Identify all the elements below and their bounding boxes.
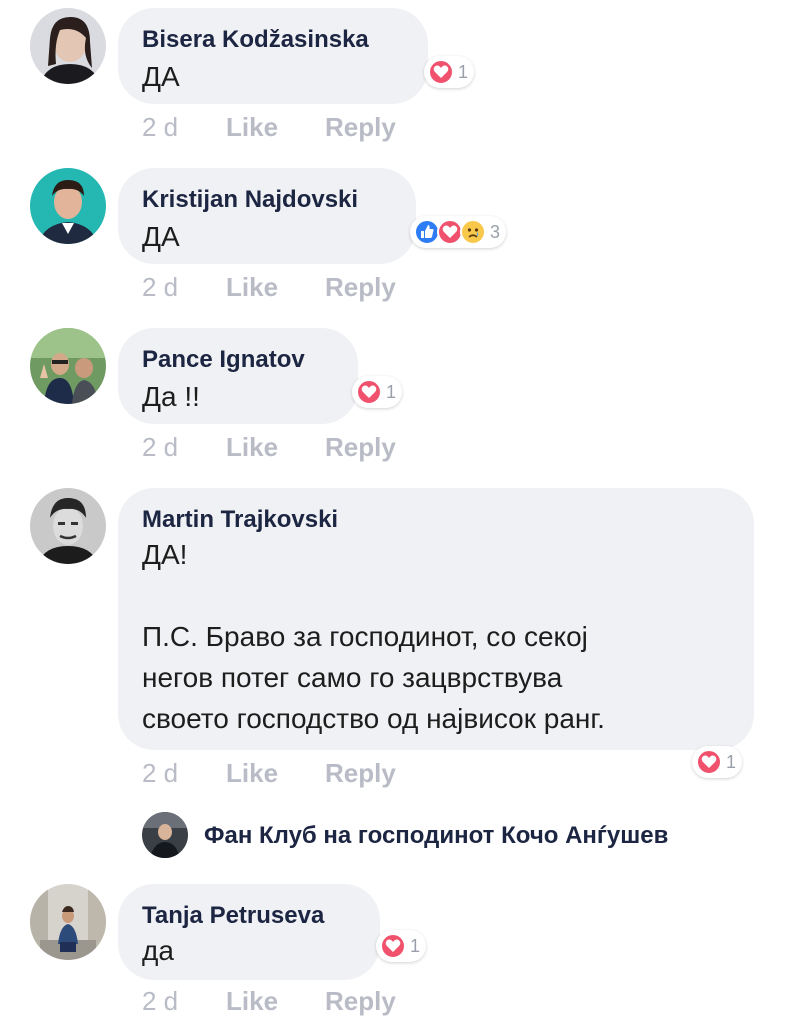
like-button[interactable]: Like xyxy=(226,986,278,1017)
heart-icon xyxy=(380,933,406,959)
comment: Tanja Petruseva да 1 2 d Like Reply xyxy=(0,0,786,1024)
reaction-summary[interactable]: 1 xyxy=(376,930,427,962)
reply-button[interactable]: Reply xyxy=(325,986,396,1017)
avatar[interactable] xyxy=(30,884,106,960)
comment-author[interactable]: Tanja Petruseva xyxy=(142,902,324,930)
timestamp: 2 d xyxy=(142,986,179,1016)
comment-text: да xyxy=(142,935,174,966)
reaction-count: 1 xyxy=(410,935,421,956)
